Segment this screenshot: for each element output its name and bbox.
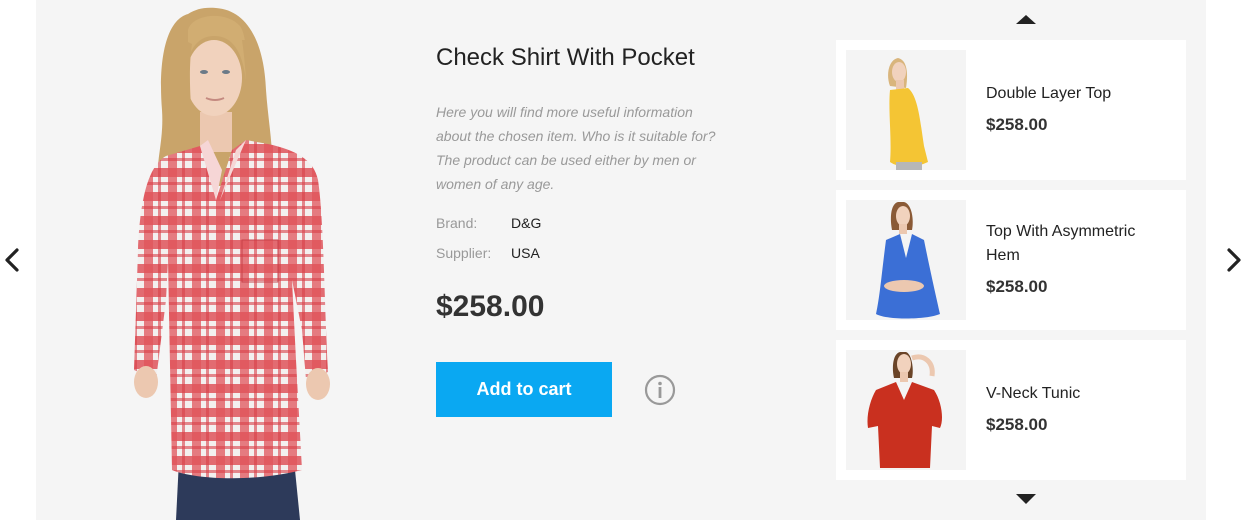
related-item-image xyxy=(846,350,966,470)
related-item-name: V-Neck Tunic xyxy=(986,385,1081,402)
add-to-cart-button[interactable]: Add to cart xyxy=(436,362,612,417)
supplier-value: USA xyxy=(511,245,540,261)
related-item[interactable]: Top With Asymmetric Hem $258.00 xyxy=(836,190,1186,330)
related-item-name: Top With Asymmetric Hem xyxy=(986,223,1136,264)
related-item-name: Double Layer Top xyxy=(986,85,1112,102)
related-item-price: $258.00 xyxy=(986,277,1048,296)
chevron-left-icon xyxy=(5,248,19,272)
related-item-image xyxy=(846,200,966,320)
related-item[interactable]: Double Layer Top $258.00 xyxy=(836,40,1186,180)
info-circle-icon[interactable] xyxy=(644,374,676,406)
brand-label: Brand: xyxy=(436,215,478,231)
related-item-image xyxy=(846,50,966,170)
chevron-right-icon xyxy=(1227,248,1241,272)
product-price: $258.00 xyxy=(436,290,545,323)
product-description: Here you will find more useful informati… xyxy=(436,104,716,192)
brand-value: D&G xyxy=(511,215,542,231)
supplier-row: Supplier: USA xyxy=(436,245,540,261)
product-panel: Check Shirt With Pocket Here you will fi… xyxy=(36,0,1206,520)
triangle-up-icon[interactable] xyxy=(1014,12,1038,26)
triangle-down-icon[interactable] xyxy=(1014,492,1038,506)
previous-button[interactable] xyxy=(0,244,24,276)
supplier-label: Supplier: xyxy=(436,245,492,261)
related-item-price: $258.00 xyxy=(986,115,1048,134)
related-item-price: $258.00 xyxy=(986,415,1048,434)
related-item[interactable]: V-Neck Tunic $258.00 xyxy=(836,340,1186,480)
product-image xyxy=(134,7,330,520)
next-button[interactable] xyxy=(1222,244,1242,276)
brand-row: Brand: D&G xyxy=(436,215,541,231)
product-title: Check Shirt With Pocket xyxy=(436,44,695,71)
